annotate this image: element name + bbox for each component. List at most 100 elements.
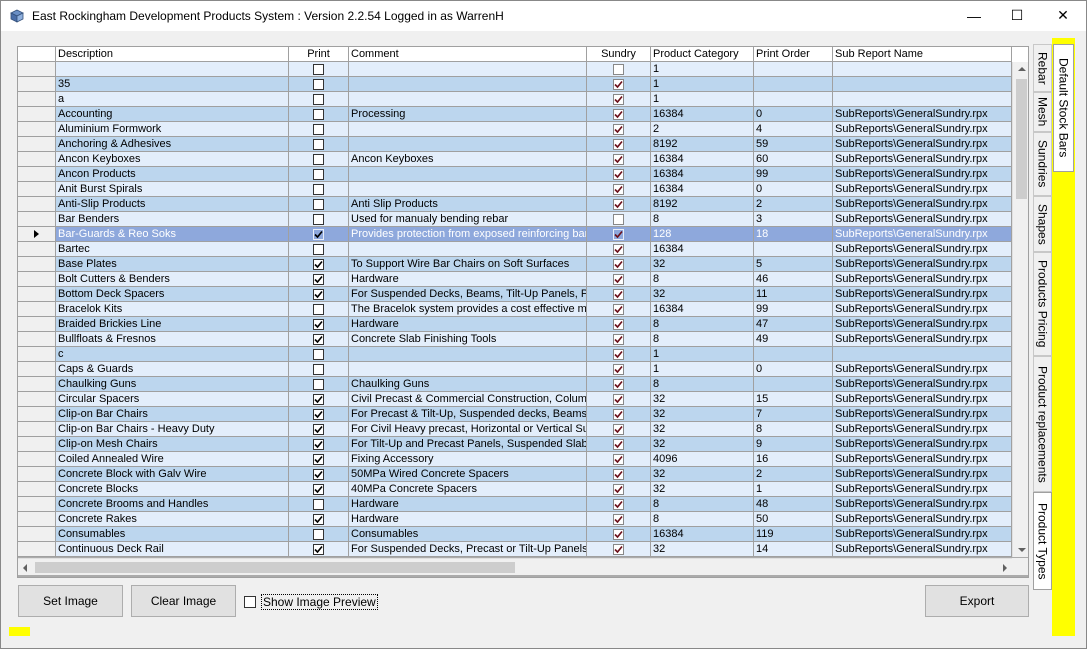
print-order-cell[interactable]: 18 [754, 227, 833, 242]
close-button[interactable]: ✕ [1040, 0, 1086, 31]
sundry-cell[interactable] [587, 167, 651, 182]
sundry-cell[interactable] [587, 467, 651, 482]
sundry-checkbox[interactable] [613, 78, 624, 90]
sundry-cell[interactable] [587, 242, 651, 257]
print-cell[interactable] [289, 287, 349, 302]
comment-cell[interactable]: To Support Wire Bar Chairs on Soft Surfa… [349, 257, 587, 272]
print-order-cell[interactable]: 14 [754, 542, 833, 557]
sundry-checkbox[interactable] [613, 183, 624, 195]
print-checkbox[interactable] [313, 483, 324, 495]
print-order-cell[interactable]: 5 [754, 257, 833, 272]
scroll-right-icon[interactable] [1003, 564, 1007, 572]
sub-report-name-cell[interactable]: SubReports\GeneralSundry.rpx [833, 407, 1012, 422]
horizontal-scrollbar[interactable] [18, 558, 1012, 575]
row-header[interactable] [18, 272, 56, 287]
column-header-comment[interactable]: Comment [349, 47, 587, 62]
comment-cell[interactable]: For Suspended Decks, Precast or Tilt-Up … [349, 542, 587, 557]
sub-report-name-cell[interactable]: SubReports\GeneralSundry.rpx [833, 542, 1012, 557]
description-cell[interactable]: Anit Burst Spirals [56, 182, 289, 197]
row-header[interactable] [18, 92, 56, 107]
sundry-cell[interactable] [587, 407, 651, 422]
row-header[interactable] [18, 167, 56, 182]
print-checkbox[interactable] [313, 213, 324, 225]
description-cell[interactable]: Concrete Blocks [56, 482, 289, 497]
print-cell[interactable] [289, 77, 349, 92]
print-checkbox[interactable] [313, 243, 324, 255]
table-row[interactable]: Caps & Guards 1 0 SubReports\GeneralSundry.… [18, 362, 1012, 377]
print-order-cell[interactable]: 11 [754, 287, 833, 302]
row-header[interactable] [18, 467, 56, 482]
sundry-checkbox[interactable] [613, 153, 624, 165]
comment-cell[interactable]: For Civil Heavy precast, Horizontal or V… [349, 422, 587, 437]
print-checkbox[interactable] [313, 168, 324, 180]
product-category-cell[interactable]: 1 [651, 77, 754, 92]
description-cell[interactable]: a [56, 92, 289, 107]
row-header[interactable] [18, 182, 56, 197]
row-header[interactable] [18, 302, 56, 317]
sub-report-name-cell[interactable]: SubReports\GeneralSundry.rpx [833, 272, 1012, 287]
comment-cell[interactable]: Hardware [349, 317, 587, 332]
print-cell[interactable] [289, 302, 349, 317]
sundry-cell[interactable] [587, 287, 651, 302]
description-cell[interactable]: Clip-on Bar Chairs - Heavy Duty [56, 422, 289, 437]
print-order-cell[interactable]: 9 [754, 437, 833, 452]
print-checkbox[interactable] [313, 228, 324, 240]
sub-report-name-cell[interactable]: SubReports\GeneralSundry.rpx [833, 332, 1012, 347]
row-header[interactable] [18, 452, 56, 467]
row-header[interactable] [18, 362, 56, 377]
product-category-cell[interactable]: 1 [651, 347, 754, 362]
comment-cell[interactable] [349, 182, 587, 197]
comment-cell[interactable]: Processing [349, 107, 587, 122]
product-category-cell[interactable]: 8 [651, 272, 754, 287]
scroll-down-icon[interactable] [1018, 548, 1026, 552]
description-cell[interactable]: Ancon Keyboxes [56, 152, 289, 167]
print-cell[interactable] [289, 377, 349, 392]
sundry-checkbox[interactable] [613, 213, 624, 225]
comment-cell[interactable]: Ancon Keyboxes [349, 152, 587, 167]
sundry-cell[interactable] [587, 512, 651, 527]
sundry-checkbox[interactable] [613, 363, 624, 375]
sundry-checkbox[interactable] [613, 498, 624, 510]
row-header[interactable] [18, 197, 56, 212]
sundry-checkbox[interactable] [613, 333, 624, 345]
print-checkbox[interactable] [313, 288, 324, 300]
description-cell[interactable]: c [56, 347, 289, 362]
print-order-cell[interactable]: 49 [754, 332, 833, 347]
sundry-cell[interactable] [587, 392, 651, 407]
sub-report-name-cell[interactable]: SubReports\GeneralSundry.rpx [833, 527, 1012, 542]
comment-cell[interactable] [349, 242, 587, 257]
description-cell[interactable]: Bullfloats & Fresnos [56, 332, 289, 347]
print-checkbox[interactable] [313, 378, 324, 390]
product-category-cell[interactable]: 1 [651, 362, 754, 377]
product-category-cell[interactable]: 8192 [651, 197, 754, 212]
print-checkbox[interactable] [313, 183, 324, 195]
print-cell[interactable] [289, 527, 349, 542]
print-checkbox[interactable] [313, 423, 324, 435]
comment-cell[interactable] [349, 77, 587, 92]
print-cell[interactable] [289, 317, 349, 332]
sub-report-name-cell[interactable]: SubReports\GeneralSundry.rpx [833, 362, 1012, 377]
print-checkbox[interactable] [313, 453, 324, 465]
table-row[interactable]: Consumables Consumables 16384 119 SubReports… [18, 527, 1012, 542]
product-category-cell[interactable]: 1 [651, 92, 754, 107]
table-row[interactable]: Aluminium Formwork 2 4 SubReports\GeneralSu… [18, 122, 1012, 137]
tab-shapes[interactable]: Shapes [1033, 196, 1052, 252]
sundry-cell[interactable] [587, 437, 651, 452]
sundry-cell[interactable] [587, 527, 651, 542]
product-category-cell[interactable]: 8192 [651, 137, 754, 152]
row-header[interactable] [18, 422, 56, 437]
row-header[interactable] [18, 392, 56, 407]
sundry-checkbox[interactable] [613, 318, 624, 330]
sundry-checkbox[interactable] [613, 303, 624, 315]
comment-cell[interactable] [349, 137, 587, 152]
table-row[interactable]: Coiled Annealed Wire Fixing Accessory 4096… [18, 452, 1012, 467]
print-checkbox[interactable] [313, 528, 324, 540]
sundry-checkbox[interactable] [613, 423, 624, 435]
print-order-cell[interactable]: 16 [754, 452, 833, 467]
sub-report-name-cell[interactable]: SubReports\GeneralSundry.rpx [833, 422, 1012, 437]
print-checkbox[interactable] [313, 498, 324, 510]
row-header[interactable] [18, 77, 56, 92]
table-row[interactable]: Ancon Keyboxes Ancon Keyboxes 16384 60 SubRe… [18, 152, 1012, 167]
print-order-cell[interactable] [754, 347, 833, 362]
sundry-cell[interactable] [587, 452, 651, 467]
